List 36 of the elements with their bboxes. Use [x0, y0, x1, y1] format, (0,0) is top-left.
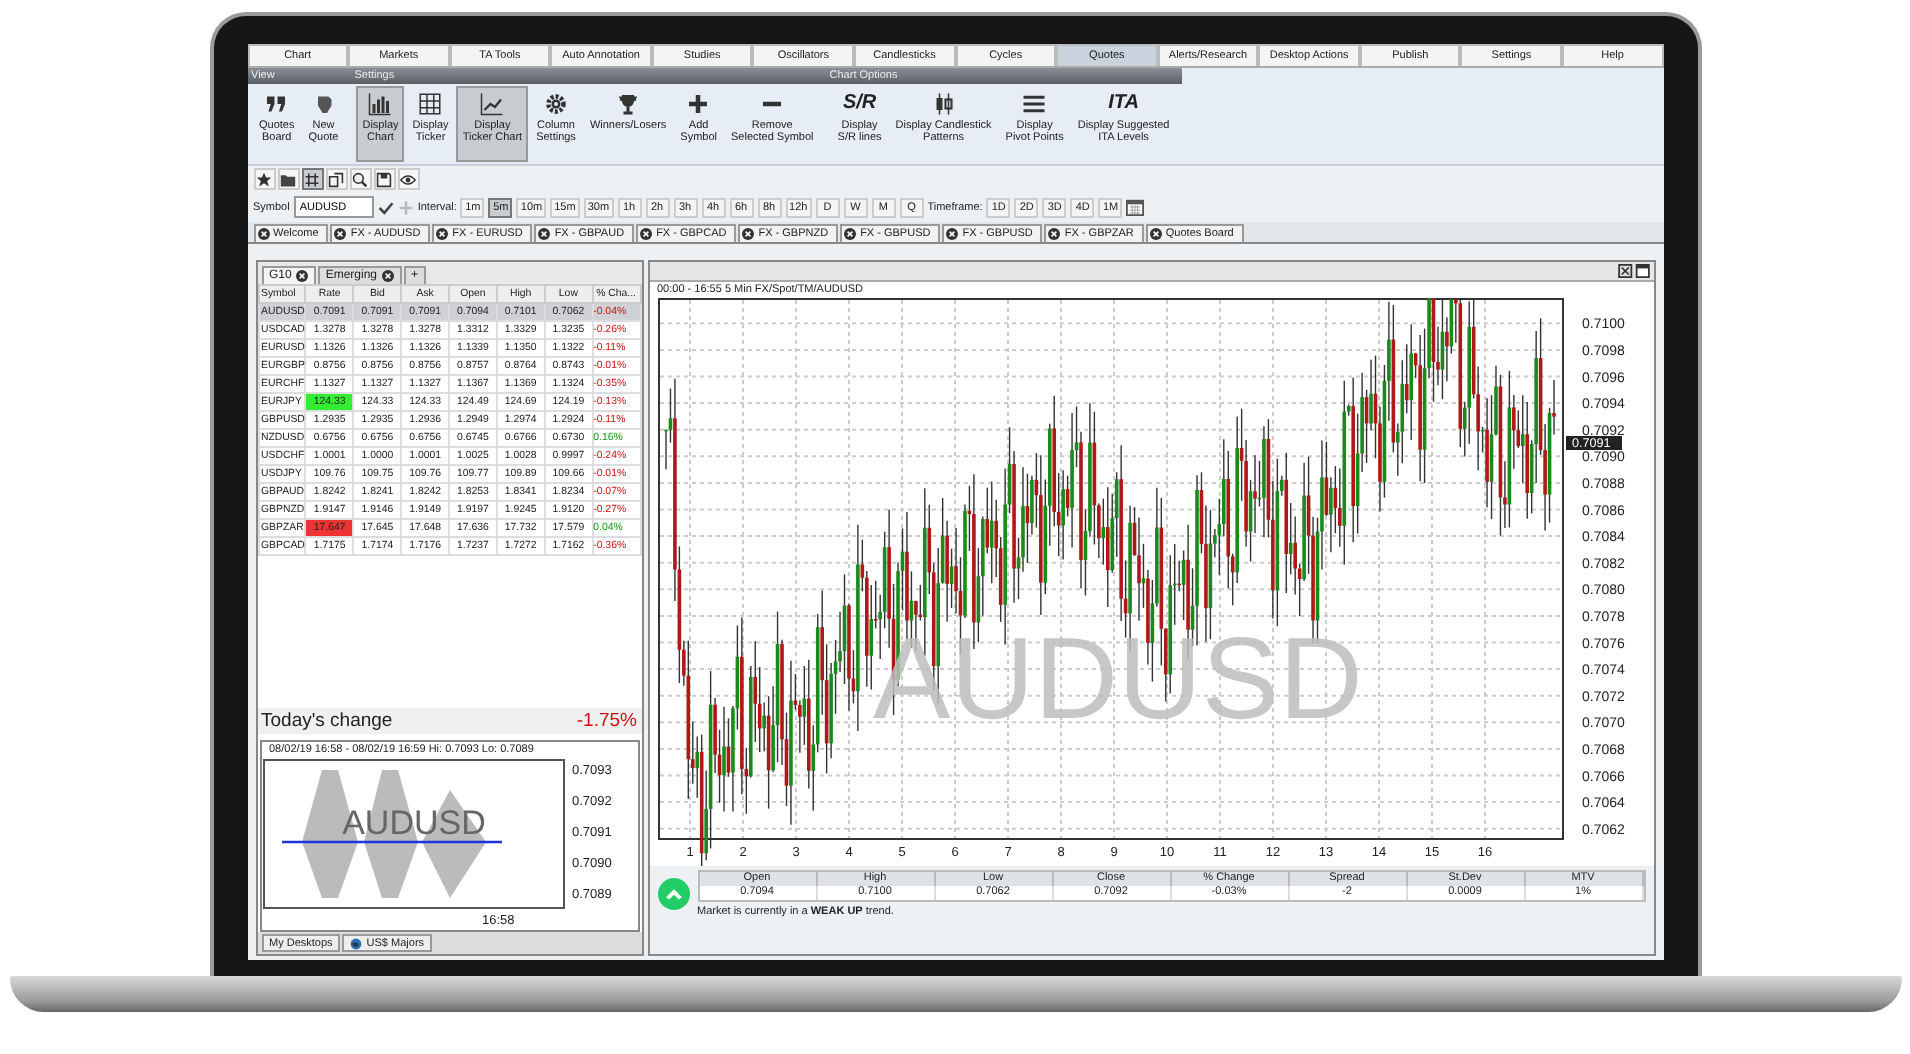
folder-button[interactable]	[277, 168, 299, 190]
plus-icon	[686, 92, 711, 116]
eye-button[interactable]	[397, 168, 419, 190]
close-icon[interactable]	[295, 270, 308, 282]
grid-icon	[418, 92, 443, 116]
gear-icon	[544, 92, 568, 116]
close-icon[interactable]	[257, 228, 269, 240]
close-icon[interactable]	[1048, 228, 1061, 240]
close-icon[interactable]	[334, 228, 347, 240]
lines-icon	[1022, 92, 1047, 116]
close-icon[interactable]	[1149, 228, 1162, 240]
star-button[interactable]	[253, 168, 275, 190]
close-icon[interactable]	[640, 228, 653, 240]
copy-button[interactable]	[325, 168, 347, 190]
check-icon[interactable]	[377, 199, 394, 215]
ita-icon: ITA	[1108, 92, 1139, 116]
window-controls-icon[interactable]	[1617, 264, 1649, 278]
close-icon[interactable]	[436, 228, 449, 240]
calendar-icon[interactable]	[1126, 198, 1145, 216]
todays-change-value: -1.75%	[576, 710, 637, 732]
quote-marks-icon	[264, 92, 289, 116]
todays-change-label: Today's change	[261, 710, 393, 732]
trophy-icon	[616, 92, 641, 116]
globe-icon	[350, 937, 363, 949]
close-icon[interactable]	[844, 228, 857, 240]
close-icon[interactable]	[381, 270, 394, 282]
candles-icon	[931, 92, 956, 116]
zoom-button[interactable]	[349, 168, 371, 190]
save-button[interactable]	[373, 168, 395, 190]
bar-chart-icon	[368, 92, 393, 116]
close-icon[interactable]	[946, 228, 959, 240]
sr-icon: S/R	[842, 92, 877, 116]
line-chart-icon	[480, 92, 505, 116]
crosshair-button[interactable]	[301, 168, 323, 190]
close-icon[interactable]	[538, 228, 551, 240]
close-icon[interactable]	[742, 228, 755, 240]
